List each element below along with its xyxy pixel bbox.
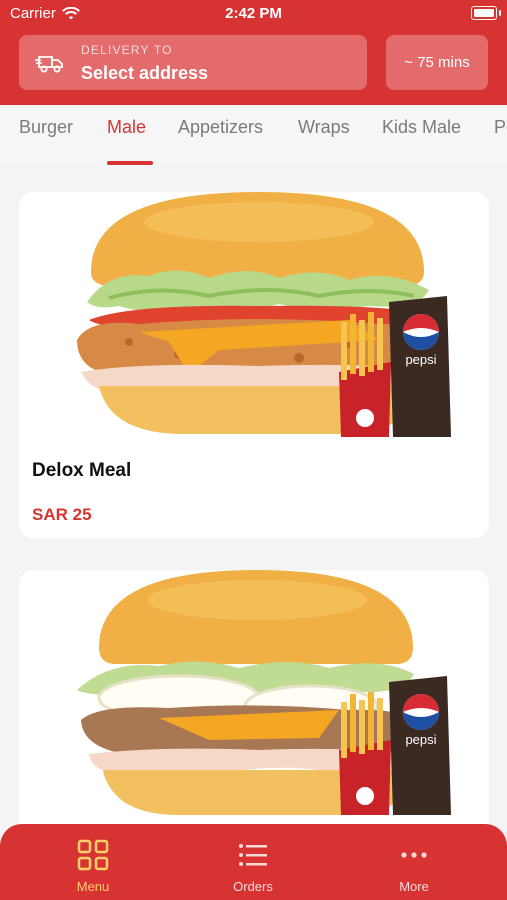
nav-more[interactable]: More (354, 824, 474, 900)
address-value: Select address (81, 63, 209, 83)
tab-appetizers[interactable]: Appetizers (178, 117, 263, 138)
nav-menu-label: Menu (76, 879, 110, 894)
bottom-navigation: Menu Orders More (0, 824, 507, 900)
nav-orders-label: Orders (233, 879, 273, 894)
menu-item-card[interactable]: pepsi Delox Meal SAR 25 (19, 192, 489, 538)
tab-male[interactable]: Male (107, 117, 146, 138)
tab-wraps[interactable]: Wraps (298, 117, 350, 138)
grid-icon (77, 839, 109, 871)
burger-meal-image: pepsi (77, 192, 451, 437)
status-bar: Carrier 2:42 PM (0, 0, 507, 28)
list-icon (239, 844, 267, 866)
pepsi-logo-text: pepsi (405, 732, 436, 747)
tab-kids-male[interactable]: Kids Male (382, 117, 461, 138)
delivery-to-label: DELIVERY TO (81, 43, 173, 57)
delivery-eta[interactable]: ~ 75 mins (386, 35, 488, 90)
active-tab-indicator (107, 161, 153, 165)
tab-po[interactable]: Po (494, 117, 507, 138)
top-header: Carrier 2:42 PM DELIVERY TO Select addre… (0, 0, 507, 105)
burger-meal-image: pepsi (77, 570, 451, 815)
delivery-truck-icon (35, 56, 63, 73)
menu-item-price: SAR 25 (32, 505, 92, 524)
category-tabs: Burger Male Appetizers Wraps Kids Male P… (0, 105, 507, 165)
delivery-address-selector[interactable]: DELIVERY TO Select address (19, 35, 367, 90)
more-icon (401, 852, 427, 858)
tab-burger[interactable]: Burger (19, 117, 73, 138)
status-time: 2:42 PM (225, 5, 282, 22)
nav-orders[interactable]: Orders (193, 824, 313, 900)
nav-more-label: More (399, 879, 429, 894)
pepsi-logo-text: pepsi (405, 352, 436, 367)
menu-item-name: Delox Meal (32, 460, 132, 481)
nav-menu[interactable]: Menu (33, 824, 153, 900)
battery-icon (471, 6, 501, 20)
